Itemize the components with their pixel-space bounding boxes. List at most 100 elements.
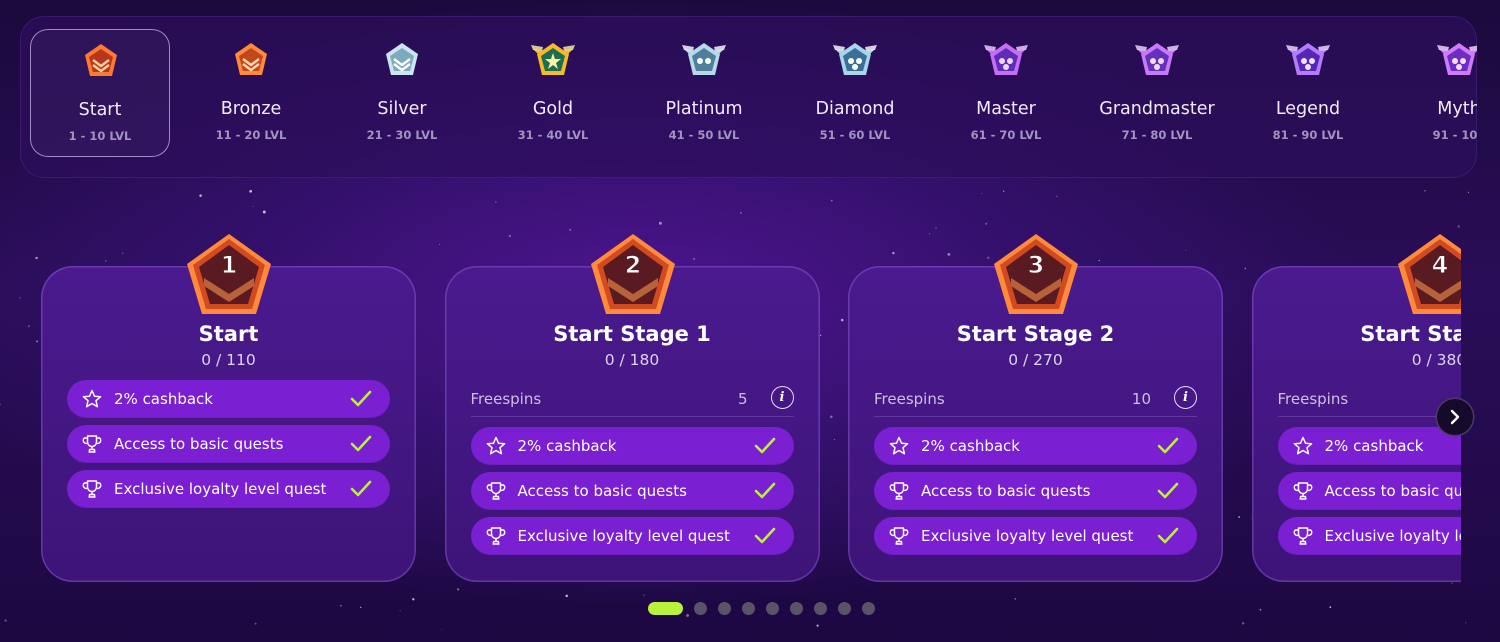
master-rank-icon (984, 43, 1028, 75)
next-slide-button[interactable] (1437, 399, 1473, 435)
checkmark-icon (1157, 437, 1179, 454)
checkmark-icon (350, 480, 372, 497)
grandmaster-rank-icon (1135, 43, 1179, 75)
pagination-dot[interactable] (814, 602, 827, 615)
stage-progress: 0 / 380 (1411, 351, 1461, 369)
pagination-dot[interactable] (718, 602, 731, 615)
tier-level-range: 71 - 80 LVL (1121, 128, 1193, 142)
gold-rank-icon (531, 43, 575, 75)
info-icon[interactable]: i (770, 386, 794, 409)
checkmark-icon (754, 527, 775, 544)
stage-badge-number: 4 (1431, 251, 1448, 279)
perk-item: 2% cashback (470, 427, 794, 465)
pagination-dot[interactable] (766, 602, 779, 615)
trophy-icon (1293, 482, 1312, 500)
stage-carousel: 1 Start 0 / 110 2% cashback Access to basic … (0, 220, 1461, 600)
stage-badge-icon: 4 (1397, 234, 1461, 314)
perk-item: 2% cashback (874, 427, 1197, 465)
pagination-dot-active[interactable] (648, 602, 683, 615)
star-icon (889, 436, 909, 455)
legend-rank-icon (1286, 43, 1330, 75)
perk-label: 2% cashback (517, 437, 617, 455)
perk-item: 2% cashback (1277, 427, 1461, 465)
tier-name: Start (78, 100, 122, 120)
tier-start[interactable]: Start 1 - 10 LVL (30, 29, 170, 157)
tier-name: Grandmaster (1099, 99, 1215, 119)
tier-name: Diamond (815, 99, 895, 119)
tier-name: Legend (1275, 99, 1341, 119)
stage-badge-icon: 1 (187, 234, 271, 314)
star-icon (486, 436, 505, 455)
tier-master[interactable]: Master 61 - 70 LVL (936, 29, 1076, 157)
tier-name: Master (976, 99, 1036, 119)
stage-badge-number: 3 (1028, 251, 1045, 279)
perk-item: Access to basic quests (470, 472, 794, 510)
tier-silver[interactable]: Silver 21 - 30 LVL (332, 29, 472, 157)
tier-myth[interactable]: Myth 91 - 100 (1389, 29, 1477, 157)
stage-title: Start Stage 3 (1360, 322, 1461, 346)
perk-list: 2% cashback Access to basic quests Exclusi… (470, 427, 794, 562)
perk-label: Access to basic quests (114, 435, 284, 453)
freespins-value: 5 (737, 390, 748, 408)
stage-title: Start Stage 2 (956, 322, 1115, 346)
tier-name: Platinum (665, 99, 743, 119)
stage-card: 4 Start Stage 3 0 / 380 Freespins15i 2% cash… (1251, 234, 1461, 582)
star-icon (1293, 436, 1312, 455)
tier-legend[interactable]: Legend 81 - 90 LVL (1238, 29, 1378, 157)
tier-level-range: 81 - 90 LVL (1272, 128, 1344, 142)
perk-label: 2% cashback (921, 437, 1020, 455)
pagination-dot[interactable] (838, 602, 851, 615)
tier-level-range: 11 - 20 LVL (215, 128, 287, 142)
tier-bronze[interactable]: Bronze 11 - 20 LVL (181, 29, 321, 157)
perk-item: Access to basic quests (874, 472, 1197, 510)
trophy-icon (82, 480, 102, 498)
stage-progress: 0 / 110 (201, 351, 256, 369)
freespins-row: Freespins 5 i (470, 386, 794, 417)
tier-strip[interactable]: Start 1 - 10 LVL Bronze 11 - 20 LVL Silver 21… (20, 16, 1477, 178)
bronze-rank-icon (235, 43, 267, 75)
platinum-rank-icon (682, 43, 726, 75)
pagination-dot[interactable] (862, 602, 875, 615)
stage-progress: 0 / 270 (1008, 351, 1063, 369)
perk-list: 2% cashback Access to basic quests Exclusi… (67, 380, 390, 515)
tier-gold[interactable]: Gold 31 - 40 LVL (483, 29, 623, 157)
silver-rank-icon (386, 43, 418, 75)
pagination-dot[interactable] (742, 602, 755, 615)
tier-level-range: 41 - 50 LVL (668, 128, 740, 142)
trophy-icon (486, 527, 505, 545)
checkmark-icon (1157, 527, 1179, 544)
tier-level-range: 21 - 30 LVL (366, 128, 438, 142)
tier-level-range: 31 - 40 LVL (517, 128, 589, 142)
pagination-dot[interactable] (790, 602, 803, 615)
tier-platinum[interactable]: Platinum 41 - 50 LVL (634, 29, 774, 157)
tier-name: Bronze (220, 99, 282, 119)
perk-item: Access to basic quests (1277, 472, 1461, 510)
tier-diamond[interactable]: Diamond 51 - 60 LVL (785, 29, 925, 157)
tier-grandmaster[interactable]: Grandmaster 71 - 80 LVL (1087, 29, 1227, 157)
myth-rank-icon (1437, 43, 1477, 75)
perk-item: 2% cashback (67, 380, 390, 418)
tier-level-range: 51 - 60 LVL (819, 128, 891, 142)
perk-item: Exclusive loyalty level quest (1277, 517, 1461, 555)
perk-label: Access to basic quests (517, 482, 687, 500)
stage-card: 3 Start Stage 2 0 / 270 Freespins 10 i 2% cash… (848, 234, 1223, 582)
tier-name: Myth (1437, 99, 1477, 119)
perk-item: Access to basic quests (67, 425, 390, 463)
stage-title: Start Stage 1 (553, 322, 711, 346)
freespins-row: Freespins15i (1277, 386, 1461, 417)
checkmark-icon (754, 482, 775, 499)
checkmark-icon (350, 390, 372, 407)
freespins-label: Freespins (874, 390, 945, 408)
perk-label: 2% cashback (1324, 437, 1424, 455)
chevron-right-icon (1450, 409, 1460, 425)
perk-item: Exclusive loyalty level quest (874, 517, 1197, 555)
trophy-icon (889, 527, 909, 545)
trophy-icon (1293, 527, 1312, 545)
info-icon[interactable]: i (1174, 386, 1197, 409)
trophy-icon (82, 435, 102, 453)
pagination-dot[interactable] (694, 602, 707, 615)
perk-label: Exclusive loyalty level quest (921, 527, 1134, 545)
tier-name: Silver (377, 99, 427, 119)
checkmark-icon (350, 435, 372, 452)
tier-level-range: 61 - 70 LVL (970, 128, 1042, 142)
